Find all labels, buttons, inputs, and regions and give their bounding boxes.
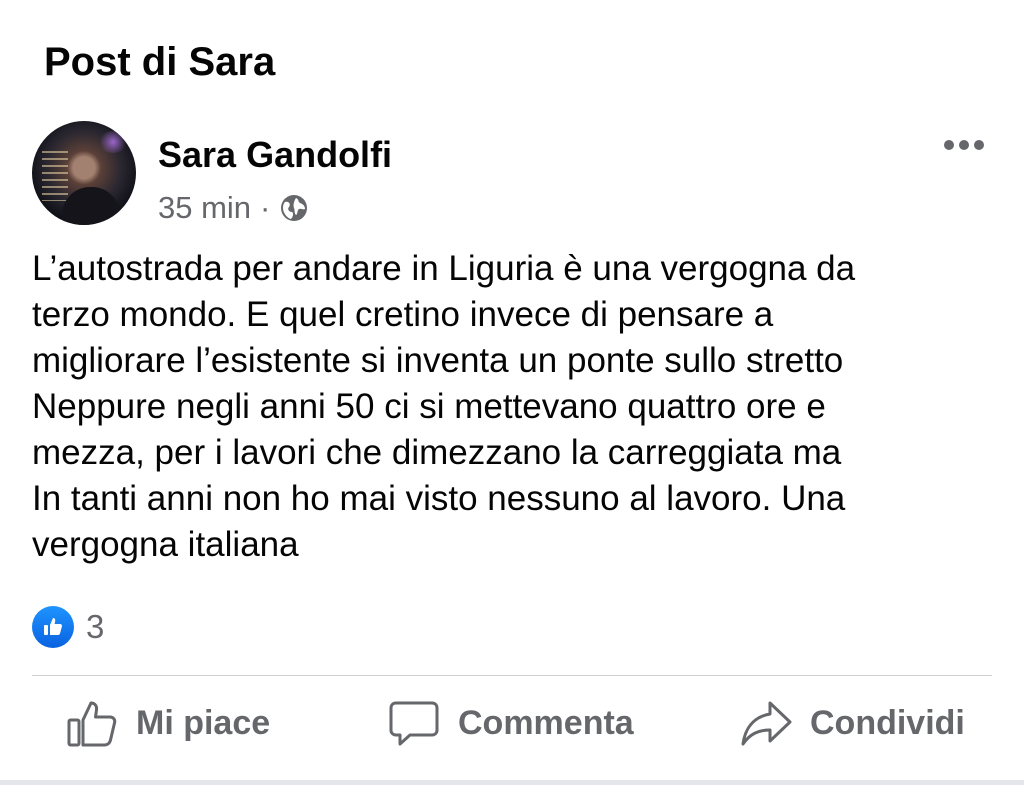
- comment-bubble-icon: [389, 701, 439, 746]
- post-meta: 35 min ·: [158, 190, 309, 226]
- page-title: Post di Sara: [44, 40, 276, 84]
- bottom-separator: [0, 780, 1024, 785]
- avatar-glow: [98, 131, 128, 153]
- avatar-figure: [62, 187, 120, 225]
- share-arrow-icon: [741, 701, 792, 746]
- avatar-background-lights: [42, 151, 68, 201]
- actions-divider: [32, 675, 992, 676]
- more-dot: [944, 140, 954, 150]
- like-label: Mi piace: [136, 703, 271, 742]
- globe-icon: [279, 193, 309, 223]
- post-text: L’autostrada per andare in Liguria è una…: [32, 249, 856, 564]
- reaction-count: 3: [86, 608, 105, 645]
- share-button[interactable]: Condividi: [740, 697, 965, 749]
- post-time[interactable]: 35 min: [158, 190, 251, 226]
- avatar[interactable]: [32, 121, 136, 225]
- thumbs-up-icon: [67, 701, 117, 747]
- like-button[interactable]: Mi piace: [66, 697, 270, 749]
- more-dot: [974, 140, 984, 150]
- comment-button[interactable]: Commenta: [388, 697, 634, 749]
- meta-separator: ·: [260, 190, 271, 225]
- like-reaction-icon: [32, 606, 74, 648]
- comment-label: Commenta: [458, 703, 634, 742]
- reactions-summary[interactable]: 3: [32, 606, 104, 648]
- author-name[interactable]: Sara Gandolfi: [158, 134, 392, 176]
- more-options-icon[interactable]: [944, 140, 984, 150]
- more-dot: [959, 140, 969, 150]
- share-label: Condividi: [810, 703, 965, 742]
